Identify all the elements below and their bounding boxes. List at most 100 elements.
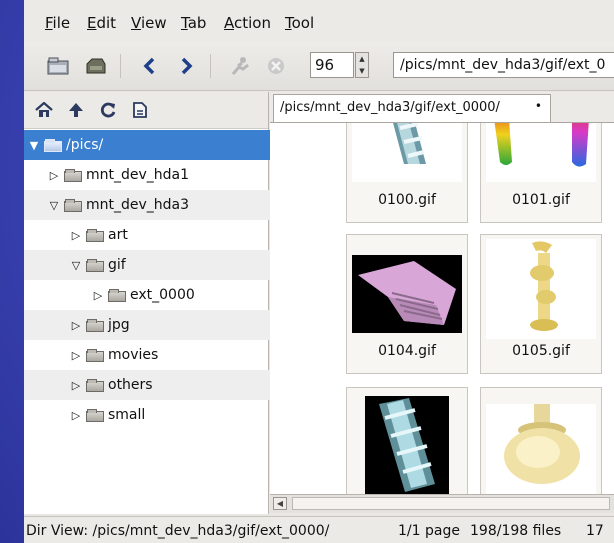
main-toolbar: 96 ▲ ▼ /pics/mnt_dev_hda3/gif/ext_0 [24, 42, 614, 91]
tree-item-label: jpg [108, 317, 130, 333]
folder-icon [47, 57, 69, 75]
tree-item-label: movies [108, 347, 159, 363]
folder-icon [86, 318, 104, 332]
forward-button[interactable] [172, 52, 200, 80]
chevron-left-icon [143, 57, 155, 75]
thumbnail-grid: 0100.gif 0101.gif 0104.gif 0105.gif [270, 122, 614, 495]
tree-item-label: small [108, 407, 146, 423]
thumbnail-label: 0100.gif [378, 192, 436, 208]
thumbnail-0109[interactable] [480, 387, 602, 495]
tree-item-label: /pics/ [66, 137, 104, 153]
folder-icon [44, 138, 62, 152]
status-dir-view: Dir View: /pics/mnt_dev_hda3/gif/ext_000… [26, 523, 330, 539]
tab-close-icon[interactable]: • [535, 99, 542, 113]
new-file-button[interactable] [128, 98, 152, 122]
up-button[interactable] [64, 98, 88, 122]
home-button[interactable] [32, 98, 56, 122]
tree-item-label: ext_0000 [130, 287, 195, 303]
thumbnail-image [486, 239, 596, 339]
open-folder-button[interactable] [44, 52, 72, 80]
thumbnail-label: 0105.gif [512, 343, 570, 359]
tree-item-label: gif [108, 257, 126, 273]
thumbnail-image [352, 123, 462, 182]
menubar: File Edit View Tab Action Tool [24, 0, 614, 42]
folder-icon [86, 228, 104, 242]
status-files: 198/198 files [470, 523, 562, 539]
toolbar-separator [210, 54, 211, 78]
tree-toolbar [24, 92, 268, 129]
run-button[interactable] [226, 52, 254, 80]
zoom-stepper[interactable]: ▲ ▼ [355, 52, 369, 78]
status-page: 1/1 page [398, 523, 460, 539]
chevron-right-icon [181, 57, 193, 75]
document-icon [133, 102, 147, 118]
thumbnail-label: 0101.gif [512, 192, 570, 208]
expander-icon[interactable]: ▷ [92, 289, 104, 302]
tree-item-label: mnt_dev_hda3 [86, 197, 190, 213]
tree-item-mnt-dev-hda3[interactable]: ▽ mnt_dev_hda3 [24, 190, 292, 220]
refresh-button[interactable] [96, 98, 120, 122]
toolbar-separator [120, 54, 121, 78]
menu-tool[interactable]: Tool [285, 14, 314, 32]
stop-button[interactable] [262, 52, 290, 80]
path-input[interactable]: /pics/mnt_dev_hda3/gif/ext_0 [393, 52, 614, 78]
folder-icon [86, 378, 104, 392]
folder-icon [86, 348, 104, 362]
expander-icon[interactable]: ▽ [70, 259, 82, 272]
scroll-left-icon[interactable]: ◀ [273, 497, 287, 510]
printer-icon [86, 58, 106, 74]
directory-tree-pane: ▼ /pics/ ▷ mnt_dev_hda1 ▽ mnt_dev_hda3 ▷… [24, 92, 314, 514]
zoom-input[interactable]: 96 [310, 52, 354, 78]
folder-icon [108, 288, 126, 302]
stop-icon [268, 58, 284, 74]
thumbnail-0108[interactable] [346, 387, 468, 495]
thumbnail-0104[interactable]: 0104.gif [346, 234, 468, 374]
menu-action[interactable]: Action [224, 14, 271, 32]
thumbnail-0105[interactable]: 0105.gif [480, 234, 602, 374]
thumbnail-0100[interactable]: 0100.gif [346, 123, 468, 223]
arrow-up-icon: ▲ [359, 55, 365, 63]
tab-ext-0000[interactable]: /pics/mnt_dev_hda3/gif/ext_0000/ • [273, 94, 551, 122]
tree-item-mnt-dev-hda1[interactable]: ▷ mnt_dev_hda1 [24, 160, 292, 190]
thumbnail-0101[interactable]: 0101.gif [480, 123, 602, 223]
runner-icon [231, 57, 249, 75]
expander-icon[interactable]: ▼ [28, 139, 40, 152]
thumbnail-image [486, 404, 596, 495]
status-bar: Dir View: /pics/mnt_dev_hda3/gif/ext_000… [24, 516, 614, 543]
home-icon [35, 102, 53, 117]
menu-tab[interactable]: Tab [181, 14, 206, 32]
scrollbar-thumb[interactable] [292, 497, 610, 510]
expander-icon[interactable]: ▷ [70, 379, 82, 392]
expander-icon[interactable]: ▷ [70, 409, 82, 422]
arrow-up-icon [69, 103, 83, 117]
thumbnail-image [365, 396, 449, 495]
expander-icon[interactable]: ▷ [48, 169, 60, 182]
horizontal-scrollbar[interactable]: ◀ [270, 494, 614, 513]
tree-item-label: art [108, 227, 128, 243]
folder-icon [64, 168, 82, 182]
thumbnail-image [352, 255, 462, 333]
folder-icon [64, 198, 82, 212]
thumbnail-image [486, 123, 596, 182]
folder-icon [86, 408, 104, 422]
menu-file[interactable]: File [45, 14, 70, 32]
menu-view[interactable]: View [131, 14, 167, 32]
expander-icon[interactable]: ▷ [70, 349, 82, 362]
status-extra: 17 [586, 523, 604, 539]
expander-icon[interactable]: ▽ [48, 199, 60, 212]
expander-icon[interactable]: ▷ [70, 229, 82, 242]
print-button[interactable] [82, 52, 110, 80]
tree-item-label: mnt_dev_hda1 [86, 167, 190, 183]
tree-item-pics[interactable]: ▼ /pics/ [24, 130, 272, 160]
menu-edit[interactable]: Edit [87, 14, 116, 32]
thumbnail-pane: /pics/mnt_dev_hda3/gif/ext_0000/ • 0100.… [270, 92, 614, 514]
expander-icon[interactable]: ▷ [70, 319, 82, 332]
tree-item-label: others [108, 377, 153, 393]
arrow-down-icon: ▼ [359, 67, 365, 75]
tab-label: /pics/mnt_dev_hda3/gif/ext_0000/ [280, 100, 500, 115]
thumbnail-label: 0104.gif [378, 343, 436, 359]
back-button[interactable] [136, 52, 164, 80]
refresh-icon [100, 102, 116, 118]
gqview-window: File Edit View Tab Action Tool 96 ▲ ▼ /pi… [24, 0, 614, 543]
folder-icon [86, 258, 104, 272]
